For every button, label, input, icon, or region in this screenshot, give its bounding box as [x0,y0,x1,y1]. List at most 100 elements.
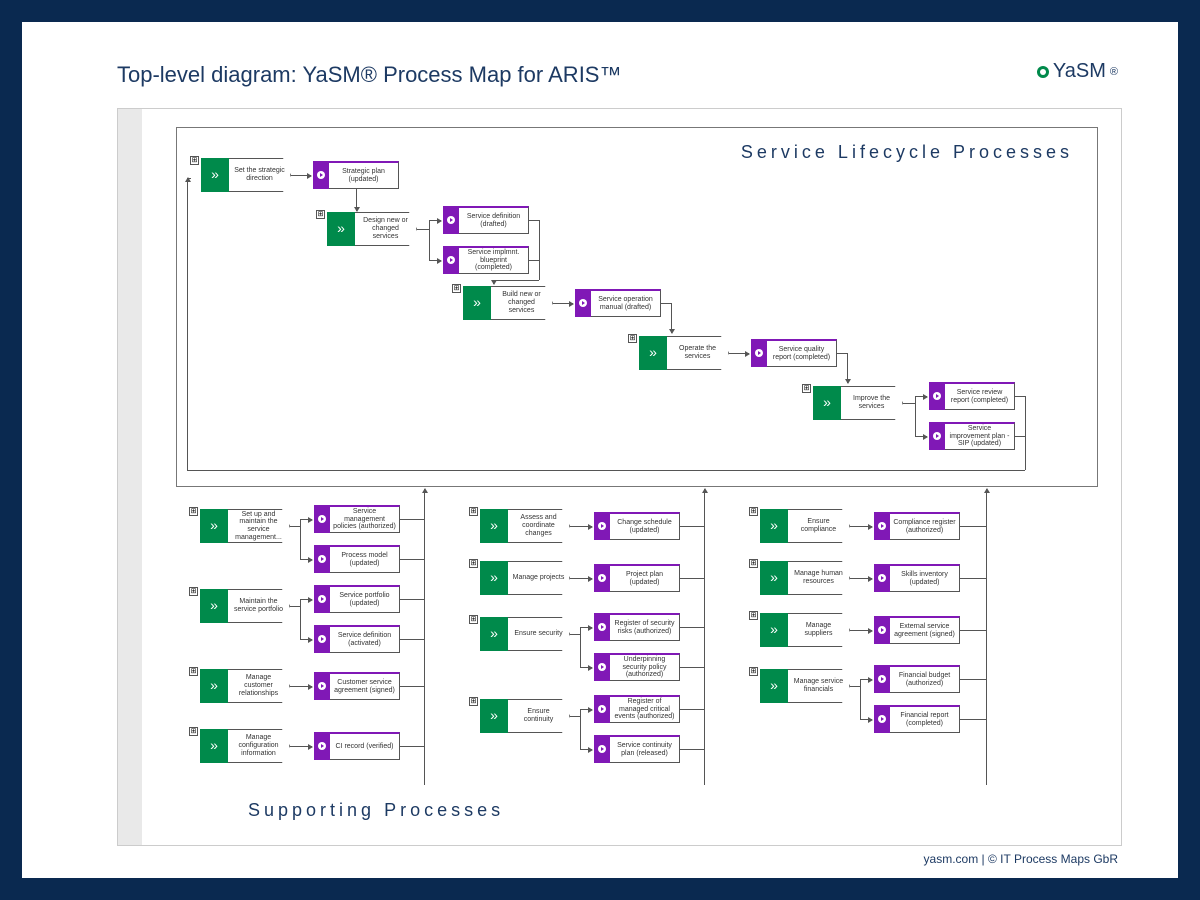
expand-icon[interactable]: ⊞ [749,507,758,516]
process-assess-changes[interactable]: ⊞ Assess and coordinate changes [480,509,570,543]
doc-service-definition-activated[interactable]: Service definition (activated) [314,625,400,653]
doc-operation-manual[interactable]: Service operation manual (drafted) [575,289,661,317]
expand-icon[interactable]: ⊞ [190,156,199,165]
process-label: Manage customer relationships [228,669,290,703]
doc-financial-budget[interactable]: Financial budget (authorized) [874,665,960,693]
doc-process-model[interactable]: Process model (updated) [314,545,400,573]
expand-icon[interactable]: ⊞ [749,611,758,620]
document-icon [314,585,330,613]
doc-sip[interactable]: Service improvement plan - SIP (updated) [929,422,1015,450]
doc-critical-events[interactable]: Register of managed critical events (aut… [594,695,680,723]
expand-icon[interactable]: ⊞ [452,284,461,293]
document-icon [594,613,610,641]
chevron-icon [760,613,788,647]
doc-label: Customer service agreement (signed) [330,672,400,700]
doc-label: Project plan (updated) [610,564,680,592]
doc-service-definition-drafted[interactable]: Service definition (drafted) [443,206,529,234]
brand-suffix: ® [1110,66,1118,78]
process-human-resources[interactable]: ⊞ Manage human resources [760,561,850,595]
process-label: Manage service financials [788,669,850,703]
expand-icon[interactable]: ⊞ [469,697,478,706]
expand-icon[interactable]: ⊞ [469,559,478,568]
doc-compliance-register[interactable]: Compliance register (authorized) [874,512,960,540]
process-configuration[interactable]: ⊞ Manage configuration information [200,729,290,763]
connector [570,526,592,527]
doc-external-agreement[interactable]: External service agreement (signed) [874,616,960,644]
brand-text: YaSM [1053,60,1106,83]
connector [300,599,312,600]
connector [400,686,424,687]
expand-icon[interactable]: ⊞ [189,587,198,596]
doc-financial-report[interactable]: Financial report (completed) [874,705,960,733]
process-design-services[interactable]: ⊞ Design new or changed services [327,212,417,246]
process-maintain-portfolio[interactable]: ⊞ Maintain the service portfolio [200,589,290,623]
doc-quality-report[interactable]: Service quality report (completed) [751,339,837,367]
expand-icon[interactable]: ⊞ [316,210,325,219]
connector [661,303,671,304]
doc-service-portfolio[interactable]: Service portfolio (updated) [314,585,400,613]
canvas-sidebar [118,109,142,845]
expand-icon[interactable]: ⊞ [469,507,478,516]
chevron-icon [201,158,229,192]
expand-icon[interactable]: ⊞ [628,334,637,343]
doc-skills-inventory[interactable]: Skills inventory (updated) [874,564,960,592]
document-icon [874,705,890,733]
doc-customer-agreement[interactable]: Customer service agreement (signed) [314,672,400,700]
process-maintain-sms[interactable]: ⊞ Set up and maintain the service manage… [200,509,290,543]
doc-ci-record[interactable]: CI record (verified) [314,732,400,760]
connector [187,470,1025,471]
process-manage-suppliers[interactable]: ⊞ Manage suppliers [760,613,850,647]
page-title: Top-level diagram: YaSM® Process Map for… [117,62,621,88]
process-service-financials[interactable]: ⊞ Manage service financials [760,669,850,703]
connector [570,578,592,579]
document-icon [929,422,945,450]
expand-icon[interactable]: ⊞ [749,559,758,568]
connector [529,220,539,221]
connector [291,175,311,176]
process-label: Design new or changed services [355,212,417,246]
expand-icon[interactable]: ⊞ [469,615,478,624]
process-build-services[interactable]: ⊞ Build new or changed services [463,286,553,320]
process-ensure-compliance[interactable]: ⊞ Ensure compliance [760,509,850,543]
process-improve-services[interactable]: ⊞ Improve the services [813,386,903,420]
doc-security-policy[interactable]: Underpinning security policy (authorized… [594,653,680,681]
connector [960,630,986,631]
connector [960,578,986,579]
expand-icon[interactable]: ⊞ [189,507,198,516]
connector [290,746,312,747]
connector [553,303,573,304]
process-operate-services[interactable]: ⊞ Operate the services [639,336,729,370]
doc-service-blueprint[interactable]: Service implmnt. blueprint (completed) [443,246,529,274]
doc-label: Compliance register (authorized) [890,512,960,540]
connector [680,709,704,710]
connector [729,353,749,354]
connector [860,679,861,719]
doc-sm-policies[interactable]: Service management policies (authorized) [314,505,400,533]
doc-label: Process model (updated) [330,545,400,573]
connector [400,559,424,560]
doc-label: Skills inventory (updated) [890,564,960,592]
logo-icon [1037,66,1049,78]
expand-icon[interactable]: ⊞ [189,667,198,676]
doc-review-report[interactable]: Service review report (completed) [929,382,1015,410]
doc-project-plan[interactable]: Project plan (updated) [594,564,680,592]
expand-icon[interactable]: ⊞ [802,384,811,393]
chevron-icon [760,561,788,595]
process-customer-relationships[interactable]: ⊞ Manage customer relationships [200,669,290,703]
document-icon [594,512,610,540]
doc-security-risks[interactable]: Register of security risks (authorized) [594,613,680,641]
process-ensure-continuity[interactable]: ⊞ Ensure continuity [480,699,570,733]
process-set-strategic-direction[interactable]: ⊞ Set the strategic direction [201,158,291,192]
connector [400,519,424,520]
doc-change-schedule[interactable]: Change schedule (updated) [594,512,680,540]
expand-icon[interactable]: ⊞ [189,727,198,736]
doc-continuity-plan[interactable]: Service continuity plan (released) [594,735,680,763]
connector [290,606,300,607]
doc-strategic-plan[interactable]: Strategic plan (updated) [313,161,399,189]
connector [580,749,592,750]
expand-icon[interactable]: ⊞ [749,667,758,676]
process-ensure-security[interactable]: ⊞ Ensure security [480,617,570,651]
process-label: Set the strategic direction [229,158,291,192]
process-manage-projects[interactable]: ⊞ Manage projects [480,561,570,595]
doc-label: Register of managed critical events (aut… [610,695,680,723]
